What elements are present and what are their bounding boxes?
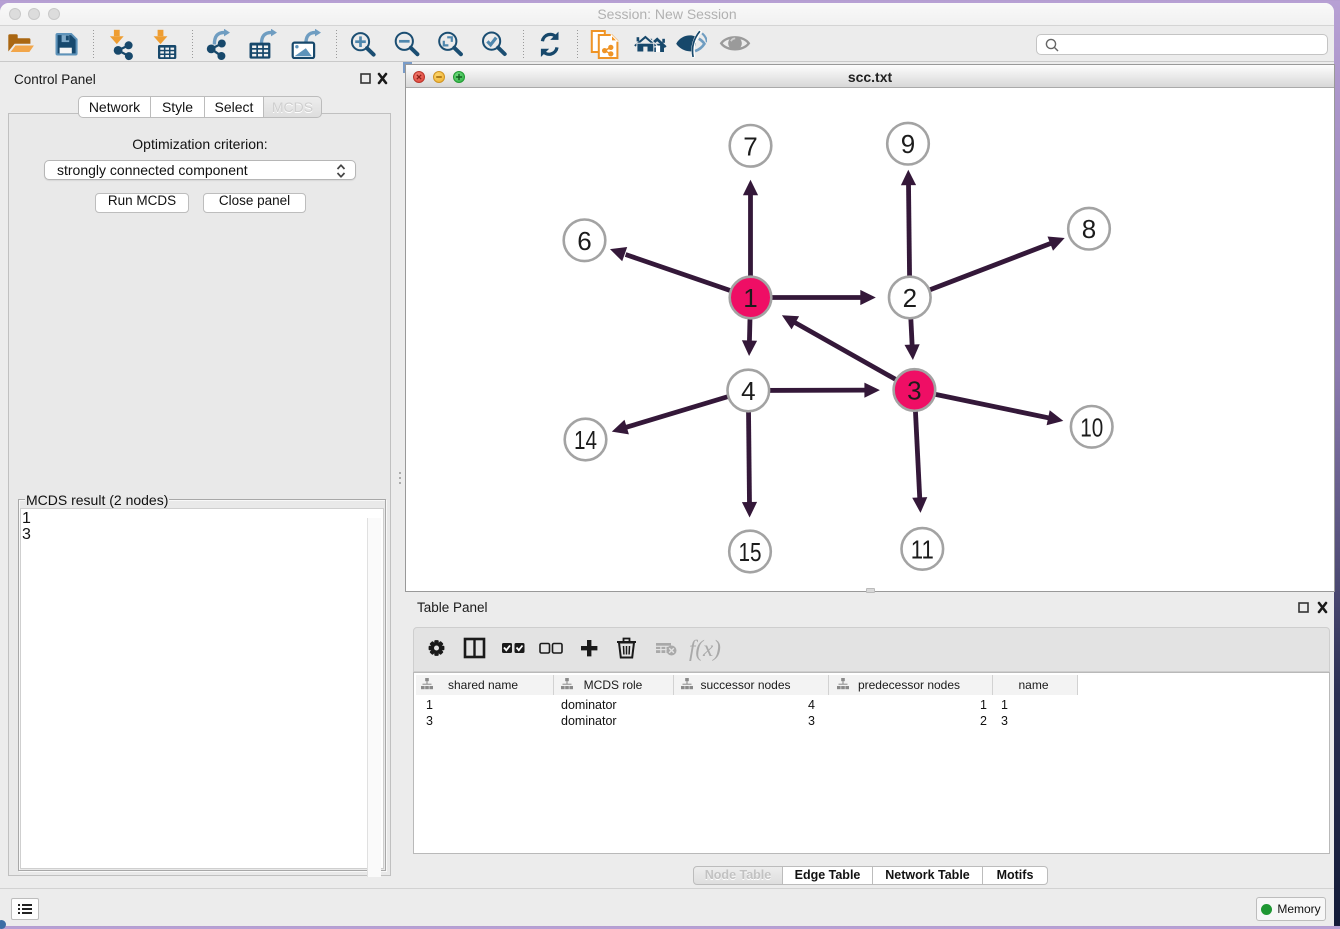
svg-text:9: 9 bbox=[901, 129, 915, 159]
svg-text:11: 11 bbox=[911, 534, 934, 564]
svg-text:f(x): f(x) bbox=[689, 636, 721, 661]
svg-text:4: 4 bbox=[741, 376, 755, 406]
svg-text:2: 2 bbox=[903, 283, 917, 313]
svg-text:3: 3 bbox=[907, 376, 921, 406]
svg-text:8: 8 bbox=[1082, 214, 1096, 244]
svg-text:6: 6 bbox=[577, 226, 591, 256]
svg-text:7: 7 bbox=[743, 131, 757, 161]
svg-text:15: 15 bbox=[739, 537, 762, 567]
svg-text:14: 14 bbox=[574, 425, 597, 455]
svg-text:1: 1 bbox=[743, 283, 757, 313]
svg-text:10: 10 bbox=[1080, 412, 1103, 442]
